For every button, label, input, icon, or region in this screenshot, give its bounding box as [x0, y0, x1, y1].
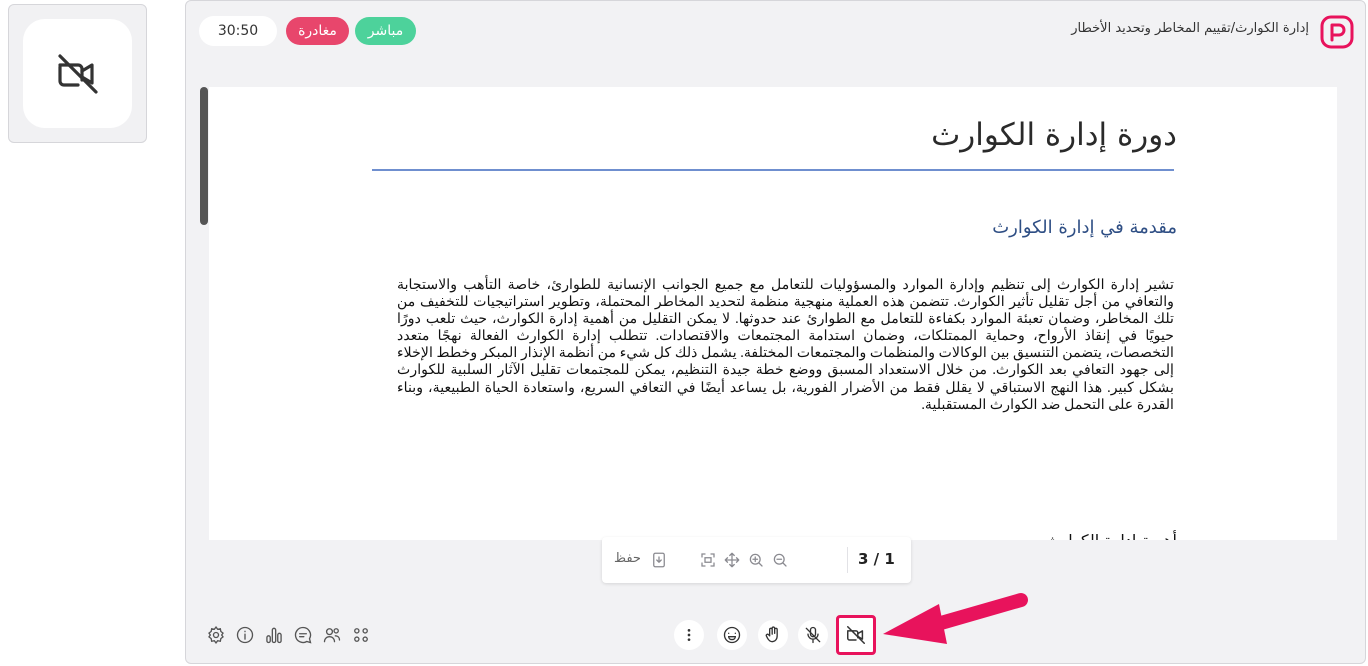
breadcrumb: إدارة الكوارث/تقييم المخاطر وتحديد الأخط… [1071, 21, 1309, 36]
leave-button[interactable]: مغادرة [286, 17, 349, 45]
section-heading: مقدمة في إدارة الكوارث [992, 217, 1177, 238]
zoom-in-icon[interactable] [744, 548, 768, 572]
zoom-out-icon[interactable] [768, 548, 792, 572]
session-timer: 30:50 [199, 16, 277, 46]
highlight-arrow [883, 593, 1028, 644]
more-icon [687, 629, 691, 641]
p-logo-icon [1320, 15, 1354, 49]
live-badge: مباشر [355, 17, 416, 45]
fit-screen-icon[interactable] [696, 548, 720, 572]
document-body-text: تشير إدارة الكوارث إلى تنظيم وإدارة المو… [397, 277, 1174, 413]
info-icon[interactable] [233, 623, 257, 647]
reactions-button[interactable] [717, 620, 747, 650]
download-icon[interactable] [647, 548, 671, 572]
self-video-tile [8, 4, 147, 143]
camera-off-icon [847, 626, 865, 644]
next-section-heading: أهمية إدارة الكوارث [1046, 531, 1178, 540]
document-scrollbar[interactable] [200, 87, 208, 225]
raise-hand-icon [765, 626, 778, 643]
stats-icon[interactable] [262, 623, 286, 647]
save-label[interactable]: حفظ [614, 551, 641, 566]
camera-toggle-button[interactable] [836, 615, 876, 655]
document-title: دورة إدارة الكوارث [931, 117, 1177, 153]
mic-off-icon [805, 626, 821, 644]
raise-hand-button[interactable] [758, 620, 788, 650]
self-video-placeholder [23, 19, 132, 128]
document-viewer: دورة إدارة الكوارث مقدمة في إدارة الكوار… [209, 87, 1337, 540]
emoji-icon [723, 626, 741, 644]
presentation-panel: 30:50 مغادرة مباشر إدارة الكوارث/تقييم ا… [185, 0, 1366, 664]
chat-icon[interactable] [291, 623, 315, 647]
title-divider [372, 169, 1174, 171]
page-indicator: 3 / 1 [858, 550, 895, 568]
apps-grid-icon[interactable] [349, 623, 373, 647]
document-toolbar: حفظ 3 / 1 [602, 537, 911, 583]
toolbar-divider [847, 547, 848, 573]
more-options-button[interactable] [674, 620, 704, 650]
settings-icon[interactable] [204, 623, 228, 647]
participants-icon[interactable] [320, 623, 344, 647]
microphone-button[interactable] [798, 620, 828, 650]
camera-off-icon [57, 53, 98, 94]
move-icon[interactable] [720, 548, 744, 572]
